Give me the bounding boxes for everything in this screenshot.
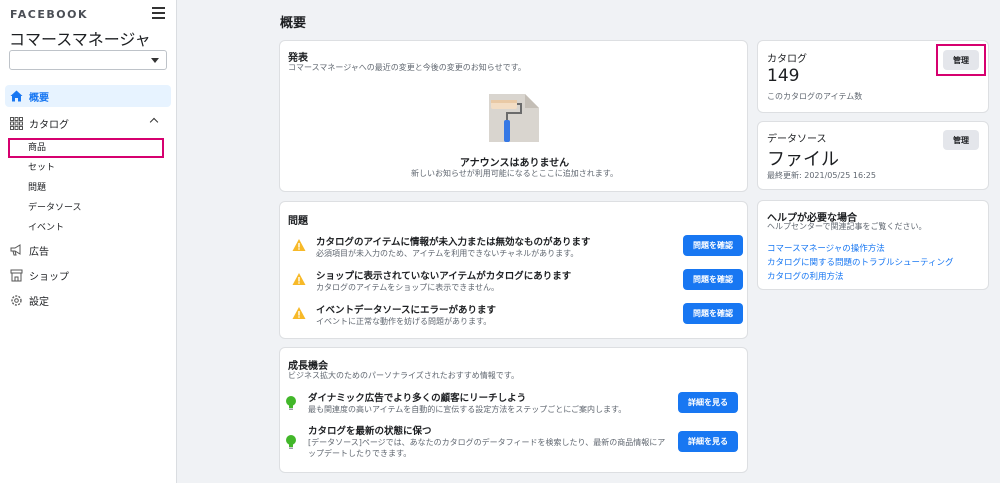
announcements-empty-title: アナウンスはありません	[459, 158, 570, 169]
growth-item-desc: [データソース]ページでは、あなたのカタログのデータフィードを検索したり、最新の…	[308, 438, 666, 458]
shop-icon	[9, 268, 23, 282]
issue-title: カタログのアイテムに情報が未入力または無効なものがあります	[316, 237, 591, 248]
nav-events[interactable]: イベント	[28, 221, 64, 235]
announcements-empty-subtitle: 新しいお知らせが利用可能になるとここに追加されます。	[410, 169, 619, 178]
highlight-box-manage	[936, 44, 986, 76]
nav-issues[interactable]: 問題	[28, 181, 46, 195]
lightbulb-icon	[286, 396, 296, 410]
brand-logo: FACEBOOK	[10, 8, 88, 21]
catalog-label: カタログ	[767, 54, 807, 65]
issue-row: カタログのアイテムに情報が未入力または無効なものがあります 必須項目が未入力のた…	[288, 231, 743, 263]
datasource-label: データソース	[767, 134, 827, 145]
nav-shop-label: ショップ	[29, 271, 69, 283]
growth-card: 成長機会 ビジネス拡大のためのパーソナライズされたおすすめ情報です。 ダイナミッ…	[279, 347, 748, 473]
help-link[interactable]: カタログに関する問題のトラブルシューティング	[767, 256, 954, 268]
issue-title: イベントデータソースにエラーがあります	[316, 305, 497, 316]
growth-item-title: ダイナミック広告でより多くの顧客にリーチしよう	[308, 393, 527, 404]
megaphone-icon	[9, 243, 23, 257]
nav-ads[interactable]: 広告	[5, 239, 171, 261]
help-link[interactable]: カタログの利用方法	[767, 270, 844, 282]
issue-subtitle: イベントに正常な動作を妨げる問題があります。	[316, 317, 492, 326]
nav-overview[interactable]: 概要	[5, 85, 171, 107]
menu-icon[interactable]	[152, 7, 165, 19]
page-title: 概要	[280, 16, 307, 31]
datasource-summary-card: データソース ファイル 最終更新: 2021/05/25 16:25 管理	[757, 121, 989, 190]
datasource-last-updated: 最終更新: 2021/05/25 16:25	[767, 171, 876, 180]
nav-settings[interactable]: 設定	[5, 289, 171, 311]
help-link[interactable]: コマースマネージャの操作方法	[767, 242, 885, 254]
grid-icon	[9, 116, 23, 130]
issue-title: ショップに表示されていないアイテムがカタログにあります	[316, 271, 572, 282]
growth-subtitle: ビジネス拡大のためのパーソナライズされたおすすめ情報です。	[288, 371, 519, 380]
account-select[interactable]	[9, 50, 167, 70]
issues-title: 問題	[288, 216, 308, 227]
learn-more-button[interactable]: 詳細を見る	[678, 392, 738, 413]
help-card: ヘルプが必要な場合 ヘルプセンターで関連記事をご覧ください。 コマースマネージャ…	[757, 200, 989, 290]
issue-row: ショップに表示されていないアイテムがカタログにあります カタログのアイテムをショ…	[288, 265, 743, 297]
datasource-manage-button[interactable]: 管理	[943, 130, 979, 150]
review-issue-button[interactable]: 問題を確認	[683, 235, 743, 256]
announcements-card: 発表 コマースマネージャへの最近の変更と今後の変更のお知らせです。 アナウンスは…	[279, 40, 748, 192]
highlight-box-products	[8, 138, 164, 158]
help-subtitle: ヘルプセンターで関連記事をご覧ください。	[767, 222, 927, 231]
nav-settings-label: 設定	[29, 296, 49, 308]
announcements-subtitle: コマースマネージャへの最近の変更と今後の変更のお知らせです。	[288, 63, 526, 72]
warning-icon	[292, 239, 306, 251]
nav-catalog-label: カタログ	[29, 119, 69, 131]
nav-datasources[interactable]: データソース	[28, 201, 82, 215]
paint-roller-icon	[485, 88, 543, 146]
catalog-count-caption: このカタログのアイテム数	[767, 92, 863, 101]
review-issue-button[interactable]: 問題を確認	[683, 269, 743, 290]
warning-icon	[292, 273, 306, 285]
datasource-value: ファイル	[767, 149, 839, 170]
nav-shop[interactable]: ショップ	[5, 264, 171, 286]
gear-icon	[9, 293, 23, 307]
issue-row: イベントデータソースにエラーがあります イベントに正常な動作を妨げる問題がありま…	[288, 299, 743, 331]
home-icon	[9, 89, 23, 103]
issue-subtitle: 必須項目が未入力のため、アイテムを利用できないチャネルがあります。	[316, 249, 579, 258]
learn-more-button[interactable]: 詳細を見る	[678, 431, 738, 452]
caret-down-icon	[151, 58, 159, 63]
nav-sets[interactable]: セット	[28, 161, 55, 175]
lightbulb-icon	[286, 435, 296, 449]
chevron-up-icon	[149, 117, 159, 127]
growth-item-title: カタログを最新の状態に保つ	[308, 426, 432, 437]
sidebar: FACEBOOK コマースマネージャ 概要 カタログ 商品 セット 問題 データ…	[0, 0, 177, 483]
app-title: コマースマネージャ	[9, 30, 151, 49]
review-issue-button[interactable]: 問題を確認	[683, 303, 743, 324]
catalog-item-count: 149	[767, 66, 800, 86]
warning-icon	[292, 307, 306, 319]
nav-ads-label: 広告	[29, 246, 49, 258]
issue-subtitle: カタログのアイテムをショップに表示できません。	[316, 283, 499, 292]
growth-item-desc: 最も関連度の高いアイテムを自動的に宣伝する設定方法をステップごとにご案内します。	[308, 405, 627, 414]
issues-card: 問題 カタログのアイテムに情報が未入力または無効なものがあります 必須項目が未入…	[279, 201, 748, 339]
nav-catalog[interactable]: カタログ	[5, 112, 171, 134]
nav-overview-label: 概要	[29, 92, 49, 104]
